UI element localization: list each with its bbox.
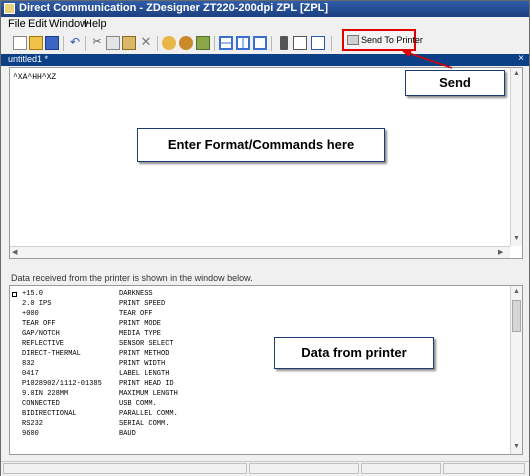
callout-data-from-printer-text: Data from printer	[301, 345, 407, 360]
printer-data-value: 9600	[22, 430, 39, 438]
copy-icon[interactable]	[106, 36, 120, 50]
callout-enter-format-text: Enter Format/Commands here	[167, 137, 355, 152]
status-bar	[1, 461, 529, 476]
delete-icon[interactable]: ✕	[139, 35, 153, 50]
undo-icon[interactable]: ↶	[68, 36, 82, 50]
status-cell	[249, 463, 359, 474]
printer-data-setting: PARALLEL COMM.	[119, 410, 178, 418]
scroll-down-icon[interactable]: ▼	[513, 442, 520, 452]
printer-data-setting: MEDIA TYPE	[119, 330, 162, 338]
callout-enter-format: Enter Format/Commands here	[137, 128, 385, 162]
menu-window[interactable]: Window	[49, 18, 88, 30]
printer-data-value: 0417	[22, 370, 39, 378]
toolbar-separator	[85, 36, 86, 51]
printer-data-value: GAP/NOTCH	[22, 330, 60, 338]
trash-icon[interactable]	[280, 36, 288, 50]
menu-edit[interactable]: Edit	[28, 18, 47, 30]
printer-data-value: REFLECTIVE	[22, 340, 65, 348]
tab-untitled1[interactable]: untitled1 *	[8, 54, 48, 64]
printer-data-value: 9.0IN 228MM	[22, 390, 69, 398]
printer-data-setting: DARKNESS	[119, 290, 153, 298]
printer-data-setting: SENSOR SELECT	[119, 340, 174, 348]
window-title: Direct Communication - ZDesigner ZT220-2…	[19, 2, 329, 14]
printer-data-setting: PRINT MODE	[119, 320, 162, 328]
printer-data-value: BIDIRECTIONAL	[22, 410, 77, 418]
layout-vertical-icon[interactable]	[236, 36, 250, 50]
toolbar-separator	[331, 36, 332, 51]
printer-data-setting: PRINT HEAD ID	[119, 380, 174, 388]
toolbar-separator	[157, 36, 158, 51]
title-bar: Direct Communication - ZDesigner ZT220-2…	[1, 1, 529, 17]
cursor-box-icon	[12, 292, 17, 297]
send-to-printer-button[interactable]: Send To Printer	[342, 29, 423, 51]
printer-data-setting: MAXIMUM LENGTH	[119, 390, 178, 398]
layout-horizontal-icon[interactable]	[219, 36, 233, 50]
toolbar: ↶ ✂ ✕	[1, 33, 529, 55]
save-file-icon[interactable]	[311, 36, 325, 50]
new-icon[interactable]	[13, 36, 27, 50]
printer-data-setting: PRINT METHOD	[119, 350, 170, 358]
editor-content[interactable]: ^XA^HH^XZ	[13, 73, 56, 82]
printer-data-value: DIRECT-THERMAL	[22, 350, 81, 358]
scroll-right-icon[interactable]: ▶	[498, 248, 503, 258]
replace-icon[interactable]	[196, 36, 210, 50]
printer-data-value: CONNECTED	[22, 400, 60, 408]
callout-data-from-printer: Data from printer	[274, 337, 434, 369]
printer-data-value: 2.0 IPS	[22, 300, 52, 308]
menu-help[interactable]: Help	[84, 18, 107, 30]
callout-send-text: Send	[439, 75, 471, 90]
status-cell	[3, 463, 247, 474]
editor-horizontal-scrollbar[interactable]: ◀ ▶	[10, 246, 510, 258]
close-tab-icon[interactable]: ×	[518, 53, 524, 64]
menu-file[interactable]: File	[8, 18, 26, 30]
app-icon	[4, 3, 15, 14]
printer-data-value: P1028902/1112-01385	[22, 380, 102, 388]
printer-data-setting: PRINT WIDTH	[119, 360, 166, 368]
data-vertical-scrollbar[interactable]: ▲ ▼	[510, 286, 522, 454]
printer-data-value: TEAR OFF	[22, 320, 56, 328]
scroll-up-icon[interactable]: ▲	[513, 69, 520, 79]
printer-data-setting: SERIAL COMM.	[119, 420, 170, 428]
scroll-thumb[interactable]	[512, 300, 521, 332]
printer-data-setting: LABEL LENGTH	[119, 370, 170, 378]
paste-icon[interactable]	[122, 36, 136, 50]
scroll-left-icon[interactable]: ◀	[12, 248, 17, 258]
send-to-printer-label: Send To Printer	[361, 35, 423, 45]
layout-single-icon[interactable]	[253, 36, 267, 50]
document-tab-bar: untitled1 * ×	[1, 53, 529, 66]
printer-data-value: +000	[22, 310, 39, 318]
printer-data-value: +15.0	[22, 290, 44, 298]
scroll-down-icon[interactable]: ▼	[513, 234, 520, 244]
callout-send: Send	[405, 70, 505, 96]
editor-vertical-scrollbar[interactable]: ▲ ▼	[510, 68, 522, 246]
cut-icon[interactable]: ✂	[90, 36, 104, 50]
printer-data-caption: Data received from the printer is shown …	[11, 273, 253, 283]
toolbar-separator	[214, 36, 215, 51]
open-icon[interactable]	[29, 36, 43, 50]
printer-data-setting: USB COMM.	[119, 400, 157, 408]
printer-data-value: 832	[22, 360, 35, 368]
status-cell	[443, 463, 525, 474]
printer-data-value: RS232	[22, 420, 44, 428]
menu-bar: File Edit Window Help	[1, 17, 529, 33]
send-to-printer-icon	[347, 35, 359, 45]
printer-data-setting: BAUD	[119, 430, 136, 438]
toolbar-separator	[63, 36, 64, 51]
printer-data-panel[interactable]: +15.0 DARKNESS 2.0 IPS PRINT SPEED +000 TEAR …	[9, 285, 523, 455]
scroll-up-icon[interactable]: ▲	[513, 287, 520, 297]
status-cell	[361, 463, 441, 474]
find-next-icon[interactable]	[179, 36, 193, 50]
printer-data-setting: TEAR OFF	[119, 310, 153, 318]
toolbar-separator	[271, 36, 272, 51]
printer-data-setting: PRINT SPEED	[119, 300, 166, 308]
open-file-icon[interactable]	[293, 36, 307, 50]
save-icon[interactable]	[45, 36, 59, 50]
find-icon[interactable]	[162, 36, 176, 50]
